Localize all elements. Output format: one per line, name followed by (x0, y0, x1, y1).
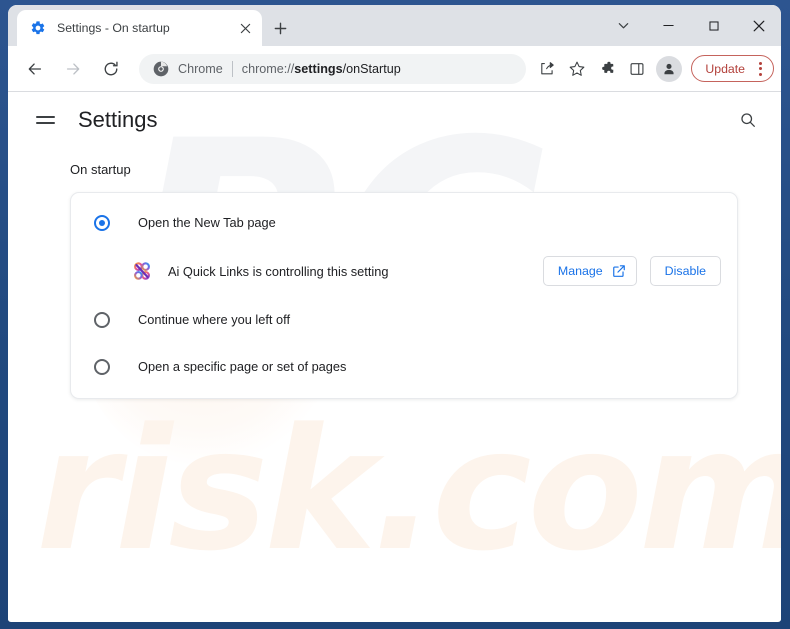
startup-option-specific-page[interactable]: Open a specific page or set of pages (71, 343, 737, 390)
extension-controlled-text: Ai Quick Links is controlling this setti… (168, 263, 389, 279)
startup-option-label: Open the New Tab page (138, 215, 276, 230)
update-button[interactable]: Update (691, 55, 774, 82)
omnibox-separator (231, 60, 233, 77)
tab-search-chevron-down-icon[interactable] (601, 5, 646, 46)
window-controls (601, 5, 781, 46)
url-host: settings (294, 61, 343, 76)
startup-option-continue[interactable]: Continue where you left off (71, 296, 737, 343)
omnibox-url-text: chrome://settings/onStartup (242, 62, 401, 76)
url-path: /onStartup (342, 61, 401, 76)
radio-continue-icon[interactable] (94, 311, 110, 328)
settings-header: Settings (8, 92, 781, 148)
startup-option-label: Continue where you left off (138, 312, 291, 327)
browser-toolbar: Chrome chrome://settings/onStartup Updat… (8, 46, 781, 92)
reload-button-icon[interactable] (95, 53, 127, 85)
extensions-puzzle-icon[interactable] (592, 54, 622, 84)
close-tab-icon[interactable] (236, 19, 254, 37)
update-button-label: Update (705, 61, 745, 76)
on-startup-card: Open the New Tab page Ai Quick Links is … (70, 192, 738, 399)
share-icon[interactable] (532, 54, 562, 84)
forward-button-icon[interactable] (57, 53, 89, 85)
manage-button-label: Manage (557, 264, 603, 278)
manage-extension-button[interactable]: Manage (542, 256, 637, 286)
profile-avatar[interactable] (656, 55, 683, 82)
settings-page: PC risk.com Settings On startup (8, 92, 781, 621)
browser-window: Settings - On startup Chrome chrome://se… (0, 0, 790, 629)
back-button-icon[interactable] (19, 53, 51, 85)
browser-window-content: Settings - On startup Chrome chrome://se… (8, 5, 781, 622)
settings-gear-favicon-icon (30, 20, 46, 36)
chrome-logo-icon (153, 61, 169, 77)
disable-button-label: Disable (664, 264, 706, 278)
omnibox-chip-label: Chrome (178, 61, 223, 76)
url-scheme: chrome:// (241, 61, 295, 76)
tab-title: Settings - On startup (57, 21, 170, 35)
page-title: Settings (78, 107, 158, 132)
ai-quick-links-extension-icon (132, 261, 152, 281)
browser-tab-settings[interactable]: Settings - On startup (17, 10, 262, 46)
address-bar[interactable]: Chrome chrome://settings/onStartup (139, 53, 527, 84)
close-window-icon[interactable] (736, 5, 781, 46)
hamburger-menu-icon[interactable] (30, 105, 60, 135)
disable-extension-button[interactable]: Disable (649, 256, 721, 286)
extension-controlled-notice: Ai Quick Links is controlling this setti… (71, 246, 737, 296)
startup-option-new-tab[interactable]: Open the New Tab page (71, 199, 737, 246)
section-heading: On startup (70, 162, 131, 177)
open-in-new-icon (612, 264, 626, 278)
side-panel-icon[interactable] (622, 54, 652, 84)
settings-content: On startup Open the New Tab page Ai Quic… (70, 162, 738, 399)
chrome-menu-icon[interactable] (753, 60, 767, 78)
search-icon[interactable] (733, 105, 763, 135)
bookmark-star-icon[interactable] (562, 54, 592, 84)
maximize-window-icon[interactable] (691, 5, 736, 46)
new-tab-button[interactable] (266, 14, 294, 42)
radio-specific-page-icon[interactable] (94, 358, 110, 375)
radio-new-tab-icon[interactable] (94, 214, 110, 231)
minimize-window-icon[interactable] (646, 5, 691, 46)
startup-option-label: Open a specific page or set of pages (138, 359, 347, 374)
watermark-bottom-text: risk.com (36, 392, 781, 588)
tab-strip: Settings - On startup (8, 5, 781, 46)
